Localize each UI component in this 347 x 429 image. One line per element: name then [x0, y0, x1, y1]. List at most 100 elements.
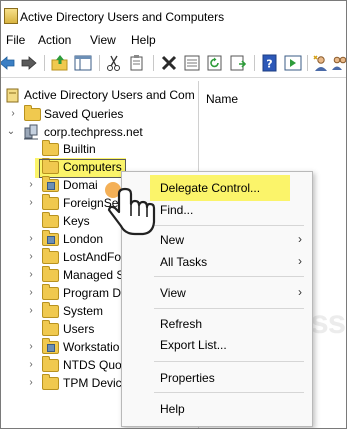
forward-arrow-icon[interactable]	[20, 54, 38, 72]
toolbar: ?	[1, 50, 346, 78]
menu-item-label: Export List...	[160, 338, 227, 352]
tree-item-label: Managed S	[63, 268, 125, 282]
menu-item-label: Delegate Control...	[160, 181, 261, 195]
menu-item-refresh[interactable]: Refresh	[122, 314, 312, 334]
chevron-right-icon: ›	[298, 285, 302, 299]
chevron-right-icon: ›	[298, 232, 302, 246]
help-icon[interactable]: ?	[261, 54, 279, 72]
folder-icon	[42, 374, 59, 390]
tree-item-label: Users	[63, 322, 95, 336]
chevron-right-icon[interactable]: ›	[26, 233, 36, 245]
refresh-icon[interactable]	[206, 54, 224, 72]
copy-icon[interactable]	[128, 54, 146, 72]
tree-item-tpm-devices[interactable]: › TPM Devic	[1, 374, 122, 392]
chevron-right-icon[interactable]: ›	[26, 305, 36, 317]
menu-file[interactable]: File	[6, 33, 25, 47]
tree-item-workstations[interactable]: › Workstatio	[1, 338, 121, 356]
chevron-right-icon[interactable]: ›	[26, 179, 36, 191]
tree-item-saved-queries[interactable]: › Saved Queries	[1, 105, 198, 123]
action-pane-icon[interactable]	[284, 54, 302, 72]
menu-item-label: All Tasks	[160, 255, 208, 269]
menu-item-view[interactable]: View ›	[122, 283, 312, 303]
menu-view[interactable]: View	[90, 33, 116, 47]
new-group-icon[interactable]	[331, 54, 347, 72]
tree-item-system[interactable]: › System	[1, 302, 121, 320]
menu-item-export-list[interactable]: Export List...	[122, 335, 312, 355]
toolbar-separator	[44, 55, 45, 71]
hand-pointer-icon	[105, 182, 156, 236]
folder-icon	[24, 105, 41, 121]
tree-item-root[interactable]: Active Directory Users and Com	[1, 86, 198, 104]
tree-item-label: LostAndFo	[63, 250, 122, 264]
folder-icon	[42, 212, 59, 228]
tree-item-label: System	[63, 304, 104, 318]
up-folder-icon[interactable]	[51, 54, 69, 72]
folder-icon	[42, 356, 59, 372]
menu-separator	[154, 392, 304, 393]
menu-bar: File Action View Help	[1, 31, 346, 49]
menu-separator	[154, 361, 304, 362]
chevron-right-icon[interactable]: ›	[26, 341, 36, 353]
folder-icon	[42, 248, 59, 264]
menu-help[interactable]: Help	[131, 33, 156, 47]
cut-icon[interactable]	[105, 54, 123, 72]
tree-item-label: Workstatio	[63, 340, 120, 354]
menu-item-label: Help	[160, 402, 185, 416]
export-list-icon[interactable]	[229, 54, 247, 72]
console-tree-icon[interactable]	[74, 54, 92, 72]
tree-item-builtin[interactable]: Builtin	[1, 140, 198, 158]
title-bar: Active Directory Users and Computers	[1, 1, 346, 31]
new-user-icon[interactable]	[312, 54, 330, 72]
ou-folder-icon	[42, 176, 59, 192]
column-header-name[interactable]: Name	[206, 92, 238, 106]
menu-item-all-tasks[interactable]: All Tasks ›	[122, 252, 312, 272]
menu-separator	[154, 276, 304, 277]
menu-item-label: View	[160, 286, 186, 300]
folder-icon	[42, 320, 59, 336]
chevron-right-icon[interactable]: ›	[26, 251, 36, 263]
tree-item-program-data[interactable]: › Program D	[1, 284, 121, 302]
menu-separator	[154, 225, 304, 226]
tree-root-label: Active Directory Users and Com	[24, 88, 195, 102]
chevron-right-icon[interactable]: ›	[8, 108, 18, 120]
tree-item-label: Keys	[63, 214, 90, 228]
ou-folder-icon	[42, 230, 59, 246]
tree-item-label: London	[63, 232, 104, 246]
chevron-down-icon[interactable]: ⌄	[6, 126, 16, 138]
menu-item-label: New	[160, 233, 185, 247]
tree-item-domain[interactable]: ⌄ corp.techpress.net	[1, 123, 198, 141]
window-title: Active Directory Users and Computers	[20, 10, 225, 24]
tree-item-label: NTDS Quot	[63, 358, 126, 372]
chevron-right-icon[interactable]: ›	[26, 197, 36, 209]
menu-action[interactable]: Action	[38, 33, 71, 47]
delete-icon[interactable]	[160, 54, 178, 72]
menu-item-help[interactable]: Help	[122, 399, 312, 419]
tree-domain-label: corp.techpress.net	[44, 125, 143, 139]
tree-item-ntds-quotas[interactable]: › NTDS Quot	[1, 356, 125, 374]
tree-item-managed-service-accounts[interactable]: › Managed S	[1, 266, 125, 284]
ou-folder-icon	[42, 338, 59, 354]
chevron-right-icon[interactable]: ›	[26, 359, 36, 371]
app-window: Active Directory Users and Computers Fil…	[0, 0, 347, 429]
tree-item-label: Domai	[63, 178, 98, 192]
folder-icon	[42, 140, 59, 156]
tree-item-label: Saved Queries	[44, 107, 124, 121]
toolbar-separator	[254, 55, 255, 71]
menu-item-properties[interactable]: Properties	[122, 368, 312, 388]
svg-text:?: ?	[266, 58, 272, 71]
tree-item-users[interactable]: Users	[1, 320, 121, 338]
chevron-right-icon[interactable]: ›	[26, 377, 36, 389]
properties-icon[interactable]	[183, 54, 201, 72]
back-arrow-icon[interactable]	[0, 54, 16, 72]
tree-item-lostandfound[interactable]: › LostAndFo	[1, 248, 121, 266]
tree-item-label: TPM Devic	[63, 376, 122, 390]
chevron-right-icon[interactable]: ›	[26, 269, 36, 281]
chevron-right-icon[interactable]: ›	[26, 287, 36, 299]
aduc-root-icon	[6, 88, 19, 103]
menu-item-label: Find...	[160, 203, 194, 217]
folder-icon	[42, 302, 59, 318]
folder-icon	[42, 266, 59, 282]
toolbar-separator	[153, 55, 154, 71]
menu-item-label: Properties	[160, 371, 215, 385]
domain-icon	[24, 124, 38, 140]
